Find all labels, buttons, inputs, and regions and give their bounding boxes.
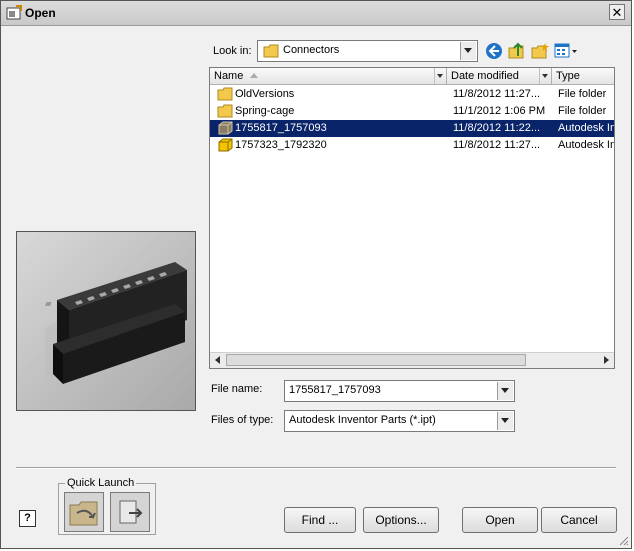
file-date-cell: 11/1/2012 1:06 PM [453,105,546,117]
file-type-cell: Autodesk Inv [558,122,614,134]
file-name-input[interactable]: 1755817_1757093 [284,380,515,402]
file-date-cell: 11/8/2012 11:22... [453,122,541,134]
file-name-cell: 1755817_1757093 [235,122,327,134]
scrollbar-thumb[interactable] [226,354,526,366]
file-list[interactable]: Name Date modified Type OldVersions 11/8… [209,67,615,369]
help-button[interactable]: ? [19,510,36,527]
file-name-cell: Spring-cage [235,105,295,117]
close-button[interactable]: ✕ [609,4,625,20]
up-folder-icon[interactable] [508,42,526,60]
files-of-type-value: Autodesk Inventor Parts (*.ipt) [289,414,436,426]
help-icon: ? [24,512,31,524]
scroll-left-icon[interactable] [210,353,225,368]
look-in-combo[interactable]: Connectors [257,40,478,62]
folder-icon [263,44,279,58]
cancel-button[interactable]: Cancel [541,507,617,533]
column-header-type[interactable]: Type [552,68,614,85]
column-header-date[interactable]: Date modified [447,68,552,85]
file-name-cell: OldVersions [235,88,295,100]
open-file-icon [119,500,143,524]
close-icon: ✕ [611,5,623,20]
back-icon[interactable] [485,42,503,60]
file-preview [16,231,196,411]
views-menu-icon[interactable] [554,42,578,60]
file-type-cell: File folder [558,105,607,117]
file-name-value: 1755817_1757093 [289,384,381,396]
quick-launch-project-button[interactable] [64,492,104,532]
list-item[interactable]: OldVersions 11/8/2012 11:27... File fold… [210,86,614,103]
list-item[interactable]: Spring-cage 11/1/2012 1:06 PM File folde… [210,103,614,120]
divider [16,467,616,469]
options-button[interactable]: Options... [363,507,439,533]
find-button[interactable]: Find ... [284,507,356,533]
horizontal-scrollbar[interactable] [210,352,614,368]
app-icon [6,5,22,20]
column-filter-dropdown[interactable] [434,68,446,84]
chevron-down-icon[interactable] [497,412,513,430]
file-name-cell: 1757323_1792320 [235,139,327,151]
files-of-type-label: Files of type: [211,414,274,426]
title-bar[interactable]: Open ✕ [1,1,631,26]
file-name-label: File name: [211,383,263,395]
look-in-value: Connectors [283,44,340,56]
sort-ascending-icon [250,73,258,78]
new-folder-icon[interactable] [531,42,549,60]
window-title: Open [25,6,56,20]
folder-arrow-icon [69,501,98,526]
list-item[interactable]: 1757323_1792320 11/8/2012 11:27... Autod… [210,137,614,154]
files-of-type-select[interactable]: Autodesk Inventor Parts (*.ipt) [284,410,515,432]
file-type-cell: Autodesk Inv [558,139,614,151]
file-date-cell: 11/8/2012 11:27... [453,139,541,151]
resize-grip-icon[interactable] [617,534,629,546]
look-in-label: Look in: [213,45,252,57]
column-header-name[interactable]: Name [210,68,447,85]
part-file-icon [218,121,233,135]
file-date-cell: 11/8/2012 11:27... [453,88,541,100]
list-item-selected[interactable]: 1755817_1757093 11/8/2012 11:22... Autod… [210,120,614,137]
chevron-down-icon[interactable] [460,42,476,60]
column-filter-dropdown[interactable] [539,68,551,84]
open-dialog: Open ✕ Look in: Connectors Name Date mod… [0,0,632,549]
folder-icon [217,87,233,101]
quick-launch-open-button[interactable] [110,492,150,532]
file-type-cell: File folder [558,88,607,100]
chevron-down-icon[interactable] [497,382,513,400]
quick-launch-label: Quick Launch [65,477,137,489]
connector-preview-image [45,262,187,384]
scroll-right-icon[interactable] [599,353,614,368]
part-file-icon [218,138,233,152]
folder-icon [217,104,233,118]
open-button[interactable]: Open [462,507,538,533]
